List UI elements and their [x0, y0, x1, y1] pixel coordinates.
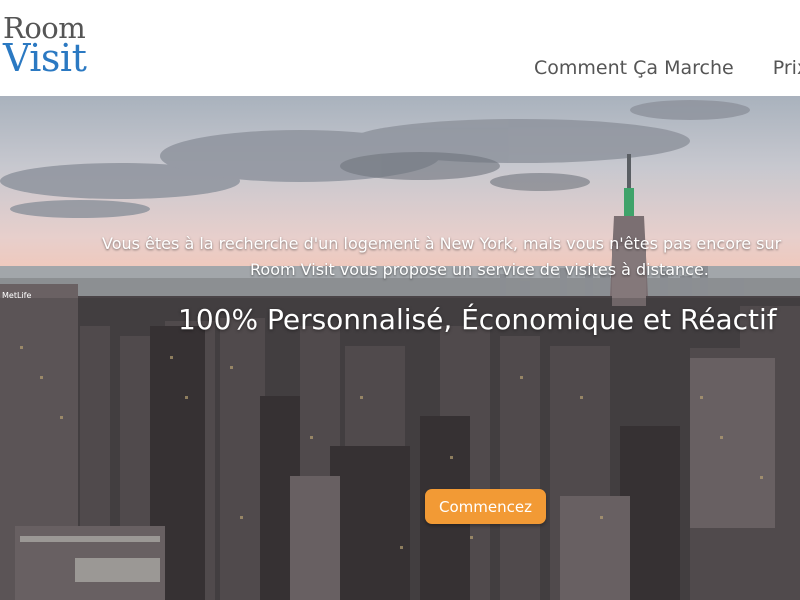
hero-section: MetLife [0, 96, 800, 600]
hero-headline: 100% Personnalisé, Économique et Réactif [178, 303, 777, 336]
tagline-line-1: Vous êtes à la recherche d'un logement à… [102, 234, 782, 253]
room-visit-logo[interactable]: Room Visit [3, 14, 87, 80]
tagline-line-2: Room Visit vous propose un service de vi… [250, 260, 709, 279]
nav-link-prix[interactable]: Prix [773, 57, 800, 79]
nav-link-comment-ca-marche[interactable]: Comment Ça Marche [534, 57, 734, 79]
text-overlay [0, 298, 800, 600]
main-nav: Comment Ça Marche Prix [534, 57, 800, 79]
logo-line-visit: Visit [3, 36, 87, 80]
commencez-button[interactable]: Commencez [425, 489, 546, 524]
site-header: Room Visit Comment Ça Marche Prix [0, 0, 800, 96]
